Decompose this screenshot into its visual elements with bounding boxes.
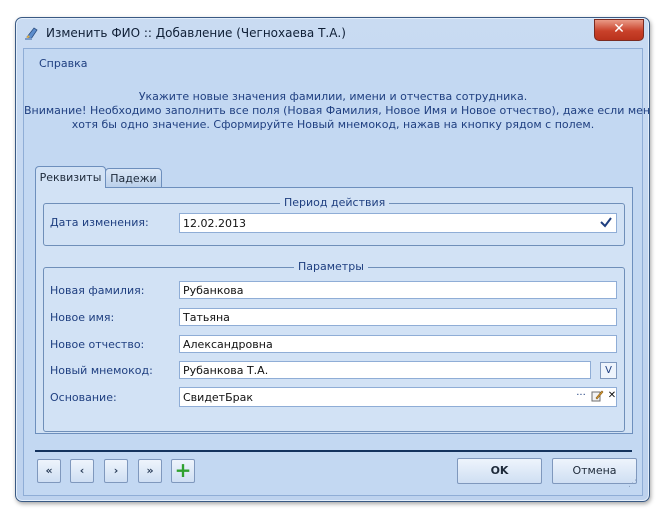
change-date-value: 12.02.2013 bbox=[183, 217, 246, 230]
basis-edit-button[interactable] bbox=[589, 389, 605, 405]
cancel-button[interactable]: Отмена bbox=[552, 458, 637, 484]
dialog-window: Изменить ФИО :: Добавление (Чегнохаева Т… bbox=[15, 17, 650, 502]
first-record-button[interactable]: « bbox=[37, 459, 61, 483]
tab-details[interactable]: Реквизиты bbox=[35, 166, 106, 188]
change-date-label: Дата изменения: bbox=[50, 216, 149, 229]
edit-pencil-icon bbox=[591, 390, 604, 402]
date-dropdown-icon[interactable] bbox=[598, 215, 614, 231]
last-name-field[interactable]: Рубанкова bbox=[179, 281, 617, 299]
footer-separator bbox=[35, 450, 632, 452]
first-icon: « bbox=[45, 464, 53, 477]
basis-clear-button[interactable]: ✕ bbox=[604, 389, 616, 405]
change-date-field[interactable]: 12.02.2013 bbox=[179, 213, 617, 233]
instruction-line-3: хотя бы одно значение. Сформируйте Новый… bbox=[71, 118, 595, 131]
tab-cases[interactable]: Падежи bbox=[105, 168, 162, 188]
last-icon: » bbox=[146, 464, 154, 477]
previous-record-button[interactable]: ‹ bbox=[70, 459, 94, 483]
period-group: Период действия Дата изменения: 12.02.20… bbox=[43, 196, 625, 246]
menu-help[interactable]: Справка bbox=[39, 57, 87, 70]
app-icon bbox=[25, 27, 38, 40]
last-record-button[interactable]: » bbox=[138, 459, 162, 483]
middle-name-field[interactable]: Александровна bbox=[179, 335, 617, 353]
ok-button[interactable]: OK bbox=[457, 458, 542, 484]
next-record-button[interactable]: › bbox=[104, 459, 128, 483]
dialog-body: Справка Укажите новые значения фамилии, … bbox=[23, 48, 650, 496]
basis-field[interactable]: СвидетБрак ··· ✕ bbox=[179, 387, 617, 407]
first-name-field[interactable]: Татьяна bbox=[179, 308, 617, 326]
close-icon: ✕ bbox=[613, 21, 625, 37]
title-bar[interactable]: Изменить ФИО :: Добавление (Чегнохаева Т… bbox=[16, 18, 649, 48]
window-title: Изменить ФИО :: Добавление (Чегнохаева Т… bbox=[46, 26, 346, 40]
basis-browse-button[interactable]: ··· bbox=[573, 389, 589, 405]
period-group-title: Период действия bbox=[280, 196, 390, 209]
middle-name-label: Новое отчество: bbox=[50, 338, 145, 351]
close-button[interactable]: ✕ bbox=[594, 19, 644, 41]
resize-grip-icon[interactable]: ⋰ bbox=[628, 479, 637, 489]
instruction-line-2: Внимание! Необходимо заполнить все поля … bbox=[24, 104, 650, 117]
basis-value: СвидетБрак bbox=[183, 391, 254, 404]
basis-label: Основание: bbox=[50, 391, 117, 404]
first-name-label: Новое имя: bbox=[50, 311, 115, 324]
last-name-label: Новая фамилия: bbox=[50, 284, 145, 297]
parameters-group: Параметры Новая фамилия: Рубанкова Новое… bbox=[43, 260, 625, 432]
instruction-line-1: Укажите новые значения фамилии, имени и … bbox=[138, 90, 528, 103]
tab-panel-details: Период действия Дата изменения: 12.02.20… bbox=[35, 187, 633, 434]
next-icon: › bbox=[113, 464, 119, 477]
previous-icon: ‹ bbox=[79, 464, 85, 477]
checkmark-icon bbox=[600, 217, 612, 228]
mnemocode-field[interactable]: Рубанкова Т.А. bbox=[179, 361, 591, 379]
mnemocode-label: Новый мнемокод: bbox=[50, 364, 153, 377]
parameters-group-title: Параметры bbox=[294, 260, 368, 273]
add-record-button[interactable]: + bbox=[171, 459, 195, 483]
add-plus-icon: + bbox=[174, 458, 192, 482]
generate-mnemocode-button[interactable]: V bbox=[600, 362, 617, 379]
